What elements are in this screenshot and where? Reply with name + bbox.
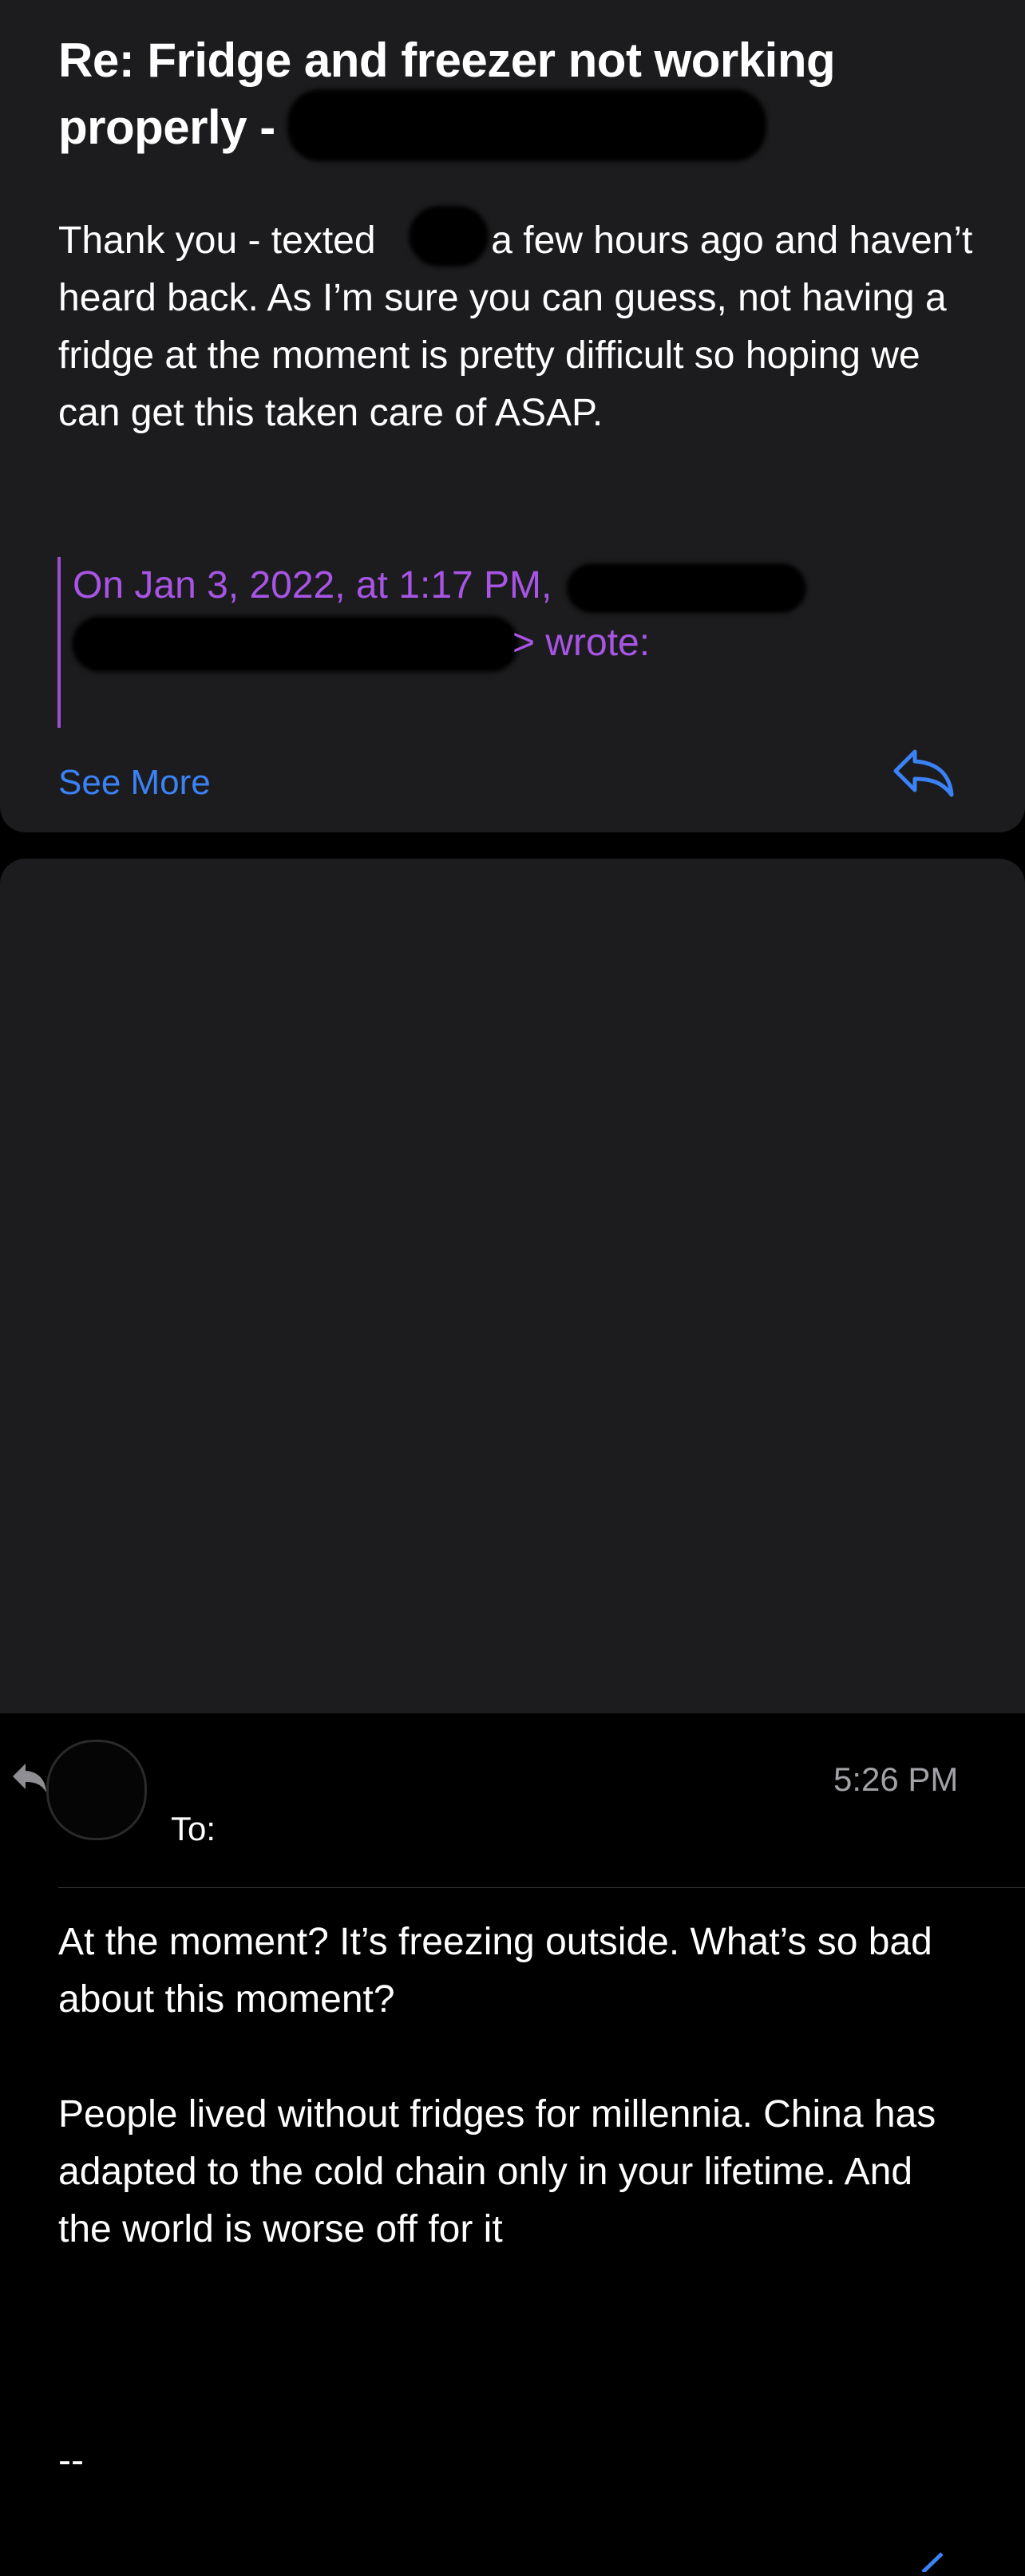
quote-wrote: > wrote: (512, 622, 651, 664)
recipient-label[interactable]: To: (171, 1810, 216, 1848)
redacted-signature-name (5, 2309, 348, 2373)
reply-icon[interactable] (892, 747, 956, 798)
signature-separator: -- (58, 2440, 84, 2482)
redacted-sender-email (72, 616, 519, 672)
redacted-sender-name (567, 563, 806, 613)
redacted-name-mark (409, 206, 489, 267)
email-message-card: Re: Fridge and freezer not working prope… (0, 0, 1025, 832)
redacted-subject-text (287, 89, 766, 161)
redacted-signature (0, 2487, 718, 2566)
email-body-paragraph: At the moment? It’s freezing outside. Wh… (58, 1921, 932, 2021)
replied-indicator-icon (11, 1762, 48, 1794)
body-part-1: Thank you - texted (58, 219, 376, 262)
message-timestamp: 5:26 PM (833, 1760, 959, 1798)
redacted-sender-name (160, 1746, 511, 1794)
see-more-link[interactable]: See More (58, 763, 211, 803)
header-divider (58, 1887, 1025, 1888)
sender-avatar[interactable] (46, 1740, 147, 1840)
reply-icon[interactable] (918, 2550, 966, 2574)
email-body-paragraph: People lived without fridges for millenn… (58, 2093, 936, 2250)
quote-header: On Jan 3, 2022, at 1:17 PM, (73, 564, 552, 606)
email-message-card: 5:26 PM To: At the moment? It’s freezing… (0, 859, 1025, 2574)
quote-bar (57, 557, 61, 728)
redacted-recipient (216, 1810, 463, 1855)
email-body-text: Thank you - texted a few hours ago and h… (58, 212, 976, 442)
